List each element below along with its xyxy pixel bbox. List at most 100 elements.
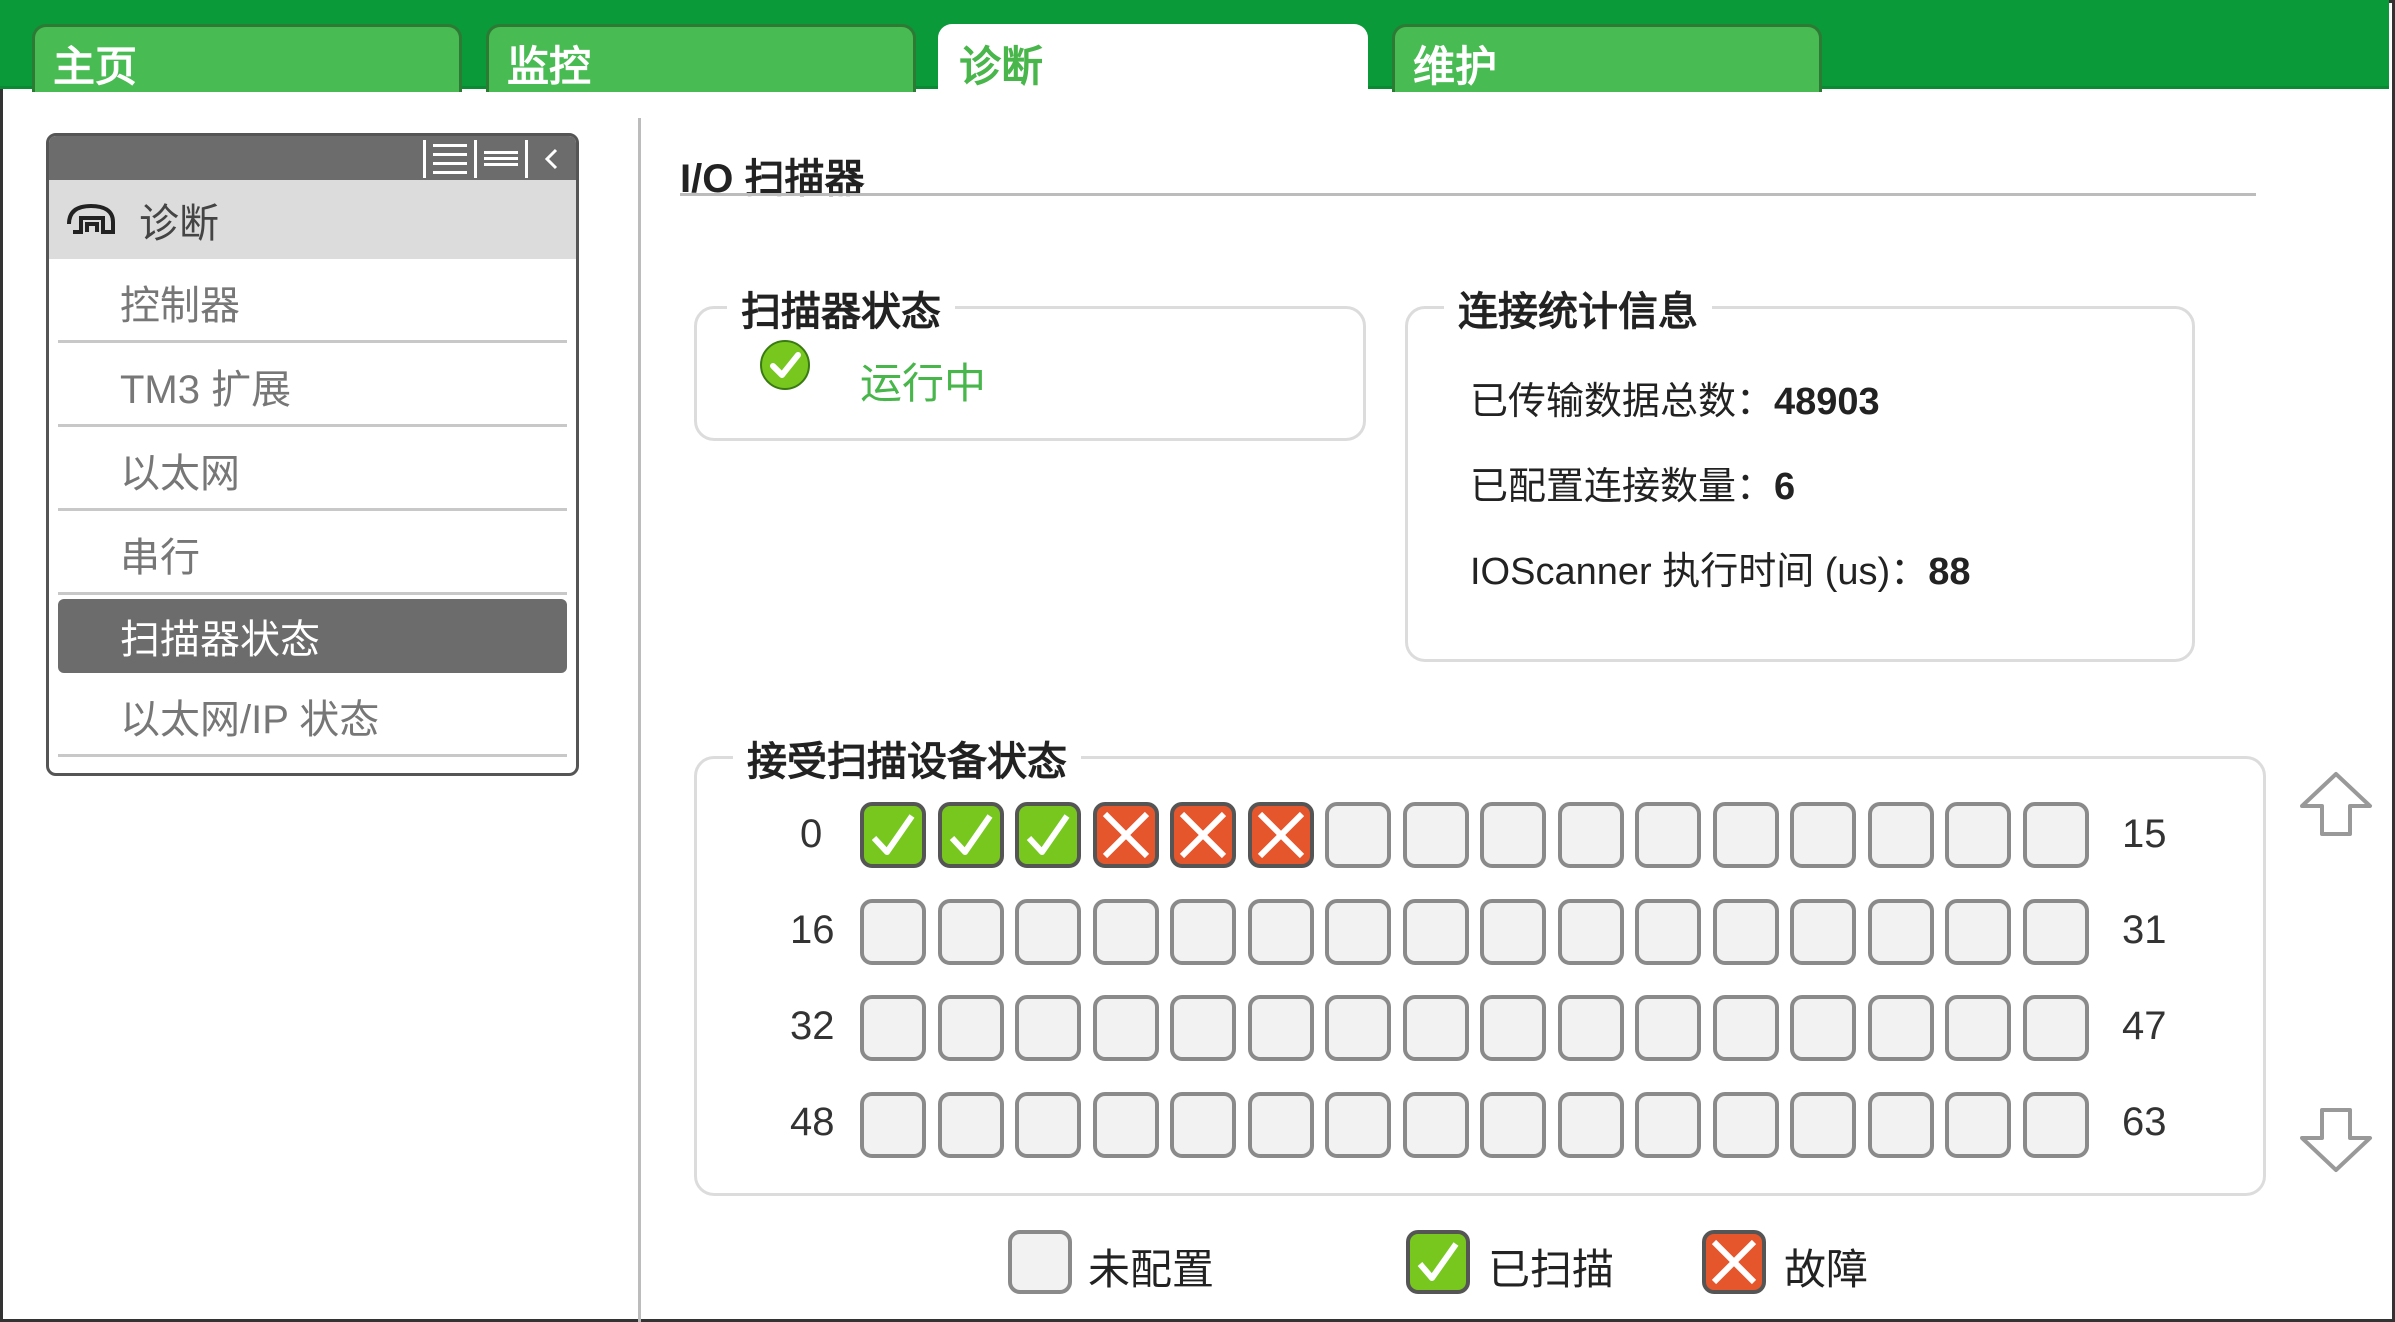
menu-item-scanner-status[interactable]: 扫描器状态 bbox=[58, 599, 567, 673]
legend-fault-swatch bbox=[1702, 1230, 1766, 1294]
device-cell bbox=[1402, 802, 1469, 868]
stat-label: IOScanner 执行时间 (us)： bbox=[1470, 551, 1929, 593]
menu-item-label: 扫描器状态 bbox=[120, 618, 320, 662]
legend-scanned-label: 已扫描 bbox=[1488, 1246, 1615, 1293]
device-cell bbox=[1635, 1091, 1701, 1158]
menu-item-label: 串行 bbox=[120, 535, 200, 580]
scroll-down-button[interactable] bbox=[2298, 1106, 2374, 1174]
legend-fault-label: 故障 bbox=[1784, 1246, 1869, 1293]
device-cell bbox=[1092, 898, 1159, 965]
device-cell bbox=[937, 802, 1004, 868]
device-cell bbox=[1170, 995, 1236, 1061]
scanner-status-label: 扫描器状态 bbox=[727, 279, 955, 337]
tab-diagnostics[interactable]: 诊断 bbox=[938, 24, 1368, 95]
diagnostics-menu: 诊断 控制器 TM3 扩展 以太网 串行 扫描器状态 以太网/IP 状态 bbox=[46, 133, 579, 776]
device-cell bbox=[860, 995, 926, 1061]
device-cell bbox=[1015, 802, 1081, 868]
stat-label: 已配置连接数量： bbox=[1470, 466, 1775, 508]
tab-label: 诊断 bbox=[959, 43, 1044, 90]
device-cell bbox=[1015, 1091, 1081, 1158]
device-cell bbox=[1867, 898, 1934, 965]
device-cell bbox=[1402, 995, 1469, 1061]
tab-home[interactable]: 主页 bbox=[32, 24, 462, 92]
device-cell bbox=[1790, 898, 1856, 965]
device-cell bbox=[1635, 995, 1701, 1061]
row-start-label: 48 bbox=[790, 1100, 835, 1144]
device-cell bbox=[1557, 995, 1624, 1061]
device-cell bbox=[937, 1091, 1004, 1158]
device-cell bbox=[1480, 802, 1546, 868]
configured-connections-stat: 已配置连接数量：6 bbox=[1470, 455, 1795, 510]
menu-item-tm3-expansion[interactable]: TM3 扩展 bbox=[58, 347, 567, 427]
menu-item-label: TM3 扩展 bbox=[120, 367, 292, 412]
menu-item-label: 以太网/IP 状态 bbox=[120, 697, 380, 742]
stat-value: 88 bbox=[1928, 551, 1971, 593]
tab-monitor[interactable]: 监控 bbox=[486, 24, 916, 92]
device-cell bbox=[1092, 802, 1159, 868]
legend-scanned-swatch bbox=[1406, 1230, 1470, 1294]
scanner-status-value: 运行中 bbox=[860, 360, 987, 407]
arrow-down-icon bbox=[2300, 1108, 2372, 1172]
menu-item-serial[interactable]: 串行 bbox=[58, 515, 567, 595]
menu-item-controller[interactable]: 控制器 bbox=[58, 263, 567, 343]
cross-icon bbox=[1257, 811, 1304, 859]
stat-value: 6 bbox=[1774, 466, 1796, 508]
cross-icon bbox=[1711, 1239, 1757, 1285]
device-cell bbox=[1945, 802, 2011, 868]
device-status-label: 接受扫描设备状态 bbox=[733, 729, 1081, 787]
device-cell bbox=[937, 898, 1004, 965]
checkmark-icon bbox=[1417, 1242, 1459, 1281]
top-tab-bar: 主页 监控 诊断 维护 bbox=[0, 0, 2389, 95]
device-cell bbox=[1712, 1091, 1779, 1158]
device-cell bbox=[1170, 898, 1236, 965]
row-end-label: 63 bbox=[2122, 1100, 2167, 1144]
tab-maintenance[interactable]: 维护 bbox=[1392, 24, 1822, 92]
device-cell bbox=[1247, 995, 1314, 1061]
device-cell bbox=[1402, 898, 1469, 965]
panel-divider bbox=[638, 118, 641, 1322]
checkmark-icon bbox=[949, 814, 992, 855]
scroll-up-button[interactable] bbox=[2298, 770, 2374, 838]
row-end-label: 47 bbox=[2122, 1004, 2167, 1048]
menu-header-label: 诊断 bbox=[139, 201, 219, 246]
checkmark-icon bbox=[871, 814, 915, 855]
legend-not-configured-label: 未配置 bbox=[1088, 1246, 1215, 1293]
compact-view-button[interactable] bbox=[474, 140, 524, 178]
device-cell bbox=[1247, 1091, 1314, 1158]
exec-time-stat: IOScanner 执行时间 (us)：88 bbox=[1470, 540, 1971, 595]
chevron-left-icon bbox=[544, 148, 557, 170]
list-view-button[interactable] bbox=[423, 140, 473, 178]
device-cell bbox=[1557, 802, 1624, 868]
device-cell bbox=[1790, 802, 1856, 868]
device-cell bbox=[1402, 1091, 1469, 1158]
row-end-label: 15 bbox=[2122, 812, 2167, 856]
device-cell bbox=[1247, 898, 1314, 965]
stat-label: 已传输数据总数： bbox=[1470, 381, 1775, 423]
stat-value: 48903 bbox=[1774, 381, 1880, 423]
menu-item-ethernet[interactable]: 以太网 bbox=[58, 431, 567, 511]
device-cell bbox=[1092, 1091, 1159, 1158]
device-cell bbox=[2022, 1091, 2089, 1158]
list-icon bbox=[432, 144, 467, 174]
device-cell bbox=[1557, 1091, 1624, 1158]
device-cell bbox=[1712, 898, 1779, 965]
device-cell bbox=[1480, 1091, 1546, 1158]
device-cell bbox=[1712, 802, 1779, 868]
tab-label: 维护 bbox=[1413, 43, 1498, 90]
title-underline bbox=[680, 193, 2256, 196]
row-start-label: 32 bbox=[790, 1004, 835, 1048]
legend-not-configured-swatch bbox=[1008, 1230, 1072, 1294]
device-cell bbox=[1015, 995, 1081, 1061]
device-cell bbox=[2022, 898, 2089, 965]
compact-list-icon bbox=[483, 151, 518, 166]
menu-header: 诊断 bbox=[49, 180, 576, 259]
device-cell bbox=[1867, 1091, 1934, 1158]
row-start-label: 16 bbox=[790, 908, 835, 952]
device-cell bbox=[1325, 995, 1391, 1061]
menu-item-label: 以太网 bbox=[120, 451, 240, 496]
device-cell bbox=[1945, 995, 2011, 1061]
device-cell bbox=[1092, 995, 1159, 1061]
menu-item-ethernet-ip-status[interactable]: 以太网/IP 状态 bbox=[58, 677, 567, 757]
device-cell bbox=[860, 1091, 926, 1158]
collapse-button[interactable] bbox=[525, 140, 575, 178]
